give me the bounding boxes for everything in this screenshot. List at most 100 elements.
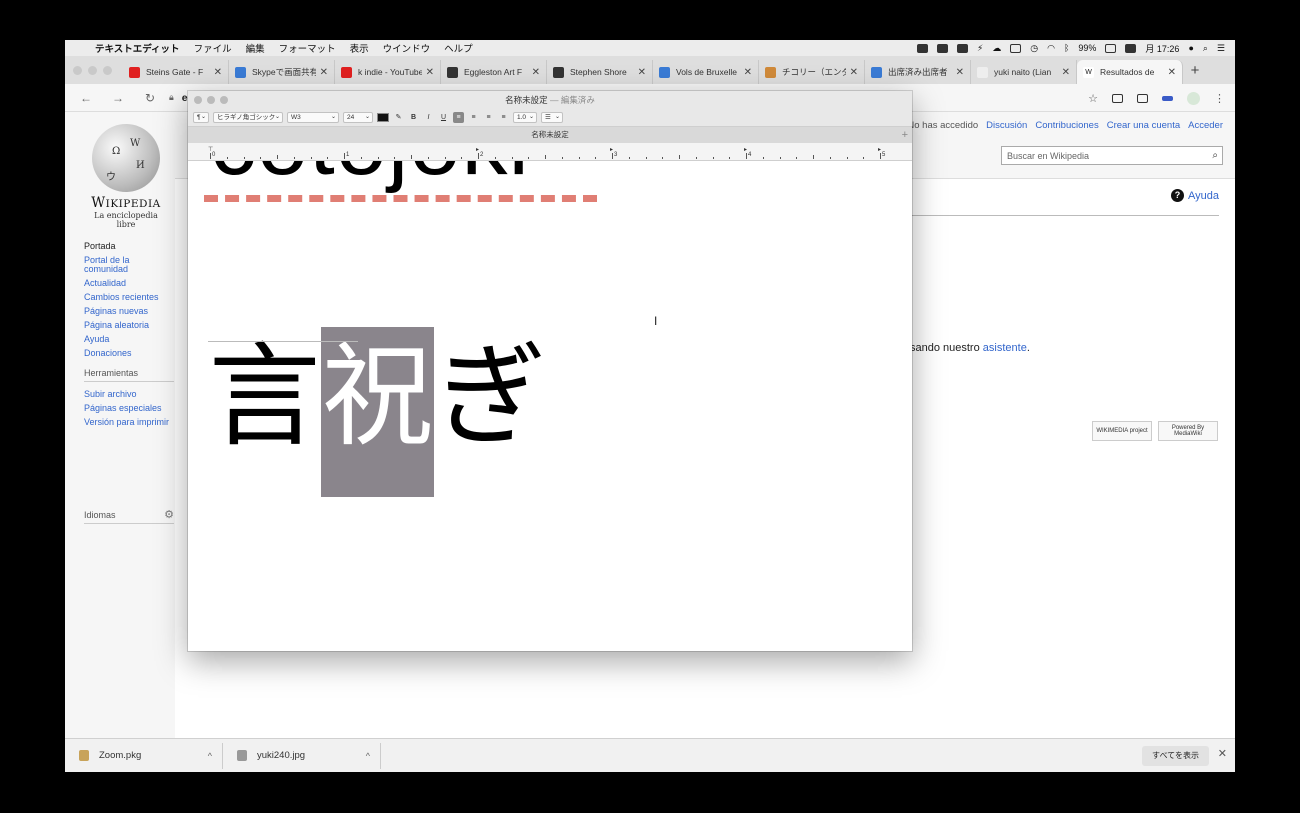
wifi-icon[interactable]: ◠	[1047, 43, 1055, 54]
browser-tab[interactable]: W Resultados de ✕	[1077, 60, 1183, 84]
document-text-area[interactable]: cotojoki 言祝ぎ I	[188, 161, 912, 651]
time-machine-icon[interactable]: ◷	[1030, 43, 1038, 54]
underline-button[interactable]: U	[438, 112, 449, 123]
battery-icon[interactable]	[1105, 43, 1117, 53]
sidebar-item[interactable]: Página aleatoria	[84, 321, 174, 330]
assistant-link[interactable]: asistente	[983, 342, 1027, 354]
list-style-popup[interactable]: ☰ ⌄	[541, 112, 563, 123]
close-tab-icon[interactable]: ✕	[1168, 67, 1176, 78]
text-color-swatch[interactable]	[377, 113, 389, 122]
download-item[interactable]: Zoom.pkg ^	[65, 742, 223, 769]
sidebar-tool-item[interactable]: Versión para imprimir	[84, 418, 174, 427]
pocket-icon[interactable]	[1137, 93, 1148, 103]
new-tab-button[interactable]: +	[1183, 60, 1207, 84]
italic-button[interactable]: I	[423, 112, 434, 123]
browser-tab[interactable]: Steins Gate - F ✕	[123, 60, 229, 84]
close-tab-icon[interactable]: ✕	[956, 67, 964, 78]
font-family-popup[interactable]: ヒラギノ角ゴシック ⌄	[213, 112, 283, 123]
bold-button[interactable]: B	[408, 112, 419, 123]
menu-window[interactable]: ウインドウ	[383, 41, 431, 55]
status-line-icon[interactable]	[956, 43, 968, 53]
textedit-close-button[interactable]	[194, 96, 202, 104]
menu-file[interactable]: ファイル	[194, 41, 232, 55]
sidebar-item[interactable]: Páginas nuevas	[84, 307, 174, 316]
wikimedia-badge[interactable]: WIKIMEDIA project	[1092, 421, 1152, 441]
gear-icon[interactable]: ⚙	[164, 508, 174, 521]
align-left-icon[interactable]: ≡	[453, 112, 464, 123]
menu-app[interactable]: テキストエディット	[95, 41, 180, 55]
tab-stop-icon[interactable]: ▸	[744, 146, 747, 153]
show-all-button[interactable]: すべてを表示	[1142, 746, 1209, 766]
textedit-minimize-button[interactable]	[207, 96, 215, 104]
zoom-window-button[interactable]	[103, 65, 112, 75]
sidebar-item[interactable]: Portal de la comunidad	[84, 256, 174, 274]
font-size-popup[interactable]: 24 ⌄	[343, 112, 373, 123]
clock[interactable]: 月 17:26	[1145, 42, 1179, 55]
align-justify-icon[interactable]: ≡	[498, 112, 509, 123]
textedit-zoom-button[interactable]	[220, 96, 228, 104]
close-tab-icon[interactable]: ✕	[850, 67, 858, 78]
align-center-icon[interactable]: ≡	[468, 112, 479, 123]
contributions-link[interactable]: Contribuciones	[1035, 120, 1098, 131]
close-window-button[interactable]	[73, 65, 82, 75]
menu-edit[interactable]: 編集	[246, 41, 265, 55]
sidebar-tool-item[interactable]: Páginas especiales	[84, 404, 174, 413]
download-item[interactable]: yuki240.jpg ^	[223, 742, 381, 769]
tab-stop-icon[interactable]: ▸	[610, 146, 613, 153]
profile-avatar[interactable]	[1187, 91, 1200, 105]
spotlight-icon[interactable]: ⌕	[1203, 43, 1208, 54]
close-icon[interactable]: ✕	[1218, 747, 1227, 760]
forward-icon[interactable]: →	[107, 91, 129, 105]
chevron-up-icon[interactable]: ^	[366, 751, 370, 761]
textedit-titlebar[interactable]: 名称未設定 — 編集済み	[188, 91, 912, 109]
browser-tab[interactable]: Stephen Shore ✕	[547, 60, 653, 84]
wikipedia-logo[interactable]: ΩWИウ WIKIPEDIA La enciclopedia libre	[85, 124, 167, 229]
sidebar-item[interactable]: Cambios recientes	[84, 293, 174, 302]
ruler[interactable]: 0 ⊤ 1 ▸ 2 ▸ 3 ▸ 4 ▸ 5	[188, 143, 912, 161]
sidebar-tool-item[interactable]: Subir archivo	[84, 390, 174, 399]
search-icon[interactable]: ⌕	[1212, 150, 1218, 161]
bolt-icon[interactable]: ⚡	[977, 43, 983, 54]
close-tab-icon[interactable]: ✕	[1062, 67, 1070, 78]
menu-dots-icon[interactable]: ⋮	[1214, 92, 1225, 105]
add-tab-button[interactable]: +	[902, 127, 908, 143]
cloud-icon[interactable]: ☁	[992, 43, 1001, 54]
browser-tab[interactable]: チコリー（エンダ ✕	[759, 60, 865, 84]
browser-tab[interactable]: 出席済み出席者 ✕	[865, 60, 971, 84]
line-spacing-popup[interactable]: 1.0 ⌄	[513, 112, 537, 123]
talk-link[interactable]: Discusión	[986, 120, 1027, 131]
sidebar-item[interactable]: Actualidad	[84, 279, 174, 288]
close-tab-icon[interactable]: ✕	[426, 67, 434, 78]
login-link[interactable]: Acceder	[1188, 120, 1223, 131]
bookmark-star-icon[interactable]: ☆	[1088, 92, 1098, 105]
browser-tab[interactable]: Skypeで画面共有 ✕	[229, 60, 335, 84]
extension-icon[interactable]	[1112, 93, 1123, 103]
reload-icon[interactable]: ↻	[139, 91, 161, 105]
menu-view[interactable]: 表示	[350, 41, 369, 55]
highlight-color-icon[interactable]: ✎	[393, 112, 404, 123]
browser-tab[interactable]: k indie - YouTube ✕	[335, 60, 441, 84]
chevron-up-icon[interactable]: ^	[208, 751, 212, 761]
back-icon[interactable]: ←	[75, 91, 97, 105]
close-tab-icon[interactable]: ✕	[320, 67, 328, 78]
tab-stop-icon[interactable]: ▸	[476, 146, 479, 153]
sidebar-item[interactable]: Donaciones	[84, 349, 174, 358]
menu-format[interactable]: フォーマット	[279, 41, 336, 55]
align-right-icon[interactable]: ≡	[483, 112, 494, 123]
notification-center-icon[interactable]: ☰	[1217, 43, 1225, 54]
search-input[interactable]: Buscar en Wikipedia ⌕	[1001, 146, 1223, 165]
minimize-window-button[interactable]	[88, 65, 97, 75]
browser-tab[interactable]: Eggleston Art F ✕	[441, 60, 547, 84]
close-tab-icon[interactable]: ✕	[638, 67, 646, 78]
browser-tab[interactable]: Vols de Bruxelle ✕	[653, 60, 759, 84]
user-icon[interactable]: ●	[1188, 43, 1193, 53]
sidebar-item[interactable]: Portada	[84, 242, 174, 251]
mediawiki-badge[interactable]: Powered By MediaWiki	[1158, 421, 1218, 441]
extension-flag-icon[interactable]	[1162, 95, 1173, 101]
browser-tab[interactable]: yuki naito (Lian ✕	[971, 60, 1077, 84]
keyboard-icon[interactable]	[1010, 43, 1022, 53]
close-tab-icon[interactable]: ✕	[532, 67, 540, 78]
tab-stop-icon[interactable]: ▸	[878, 146, 881, 153]
close-tab-icon[interactable]: ✕	[744, 67, 752, 78]
close-tab-icon[interactable]: ✕	[214, 67, 222, 78]
